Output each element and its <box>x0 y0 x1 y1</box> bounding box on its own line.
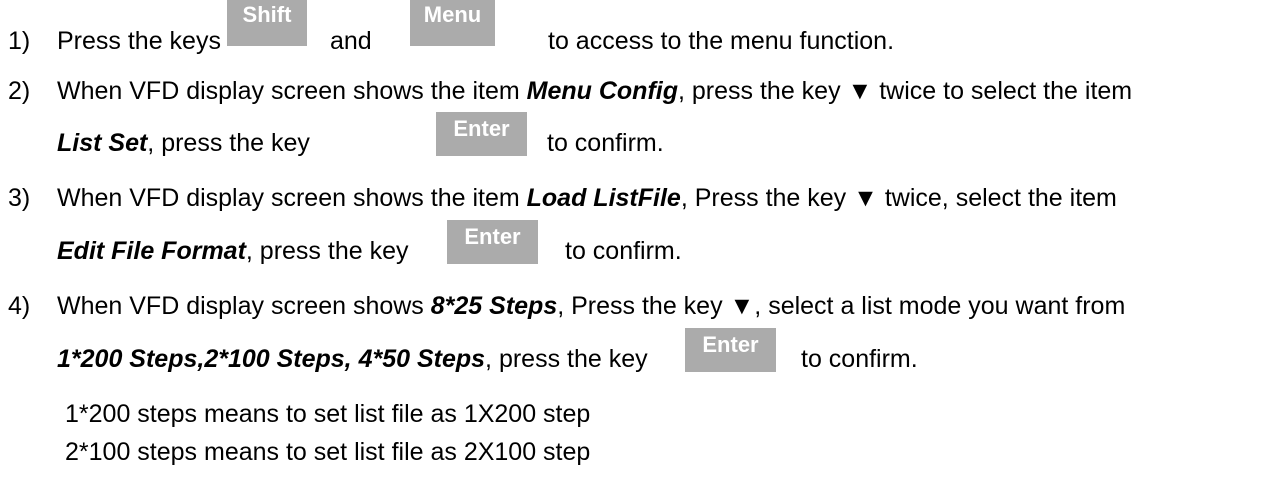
step-text: Press the keys <box>57 27 221 55</box>
note-text: 1*200 steps means to set list file as 1X… <box>65 400 591 428</box>
step-text: Edit File Format, press the key <box>57 237 409 265</box>
load-listfile-label: Load ListFile <box>526 184 681 212</box>
step-number: 4) <box>8 292 31 320</box>
step-text: to confirm. <box>801 345 918 373</box>
shift-key: Shift <box>227 0 307 46</box>
enter-key: Enter <box>685 328 776 372</box>
step-text: List Set, press the key <box>57 129 310 157</box>
step-text: 1*200 Steps,2*100 Steps, 4*50 Steps, pre… <box>57 345 648 373</box>
down-arrow-icon: ▼ <box>853 184 878 212</box>
enter-key: Enter <box>447 220 538 264</box>
step-text: When VFD display screen shows 8*25 Steps… <box>57 292 1126 320</box>
step-text: to confirm. <box>565 237 682 265</box>
down-arrow-icon: ▼ <box>729 292 755 320</box>
step-text: to access to the menu function. <box>548 27 895 55</box>
step-number: 3) <box>8 184 31 212</box>
step-text: and <box>330 27 372 55</box>
list-mode-options: 1*200 Steps,2*100 Steps, 4*50 Steps <box>57 345 486 373</box>
enter-key: Enter <box>436 112 527 156</box>
step-text: When VFD display screen shows the item M… <box>57 77 1133 105</box>
note-text: 2*100 steps means to set list file as 2X… <box>65 438 591 466</box>
steps-8x25-label: 8*25 Steps <box>430 292 558 320</box>
step-number: 2) <box>8 77 31 105</box>
edit-file-format-label: Edit File Format <box>57 237 246 265</box>
down-arrow-icon: ▼ <box>847 77 873 105</box>
menu-config-label: Menu Config <box>526 77 678 105</box>
step-text: to confirm. <box>547 129 664 157</box>
menu-key: Menu <box>410 0 495 46</box>
list-set-label: List Set <box>57 129 148 157</box>
step-number: 1) <box>8 27 31 55</box>
step-text: When VFD display screen shows the item L… <box>57 184 1117 212</box>
